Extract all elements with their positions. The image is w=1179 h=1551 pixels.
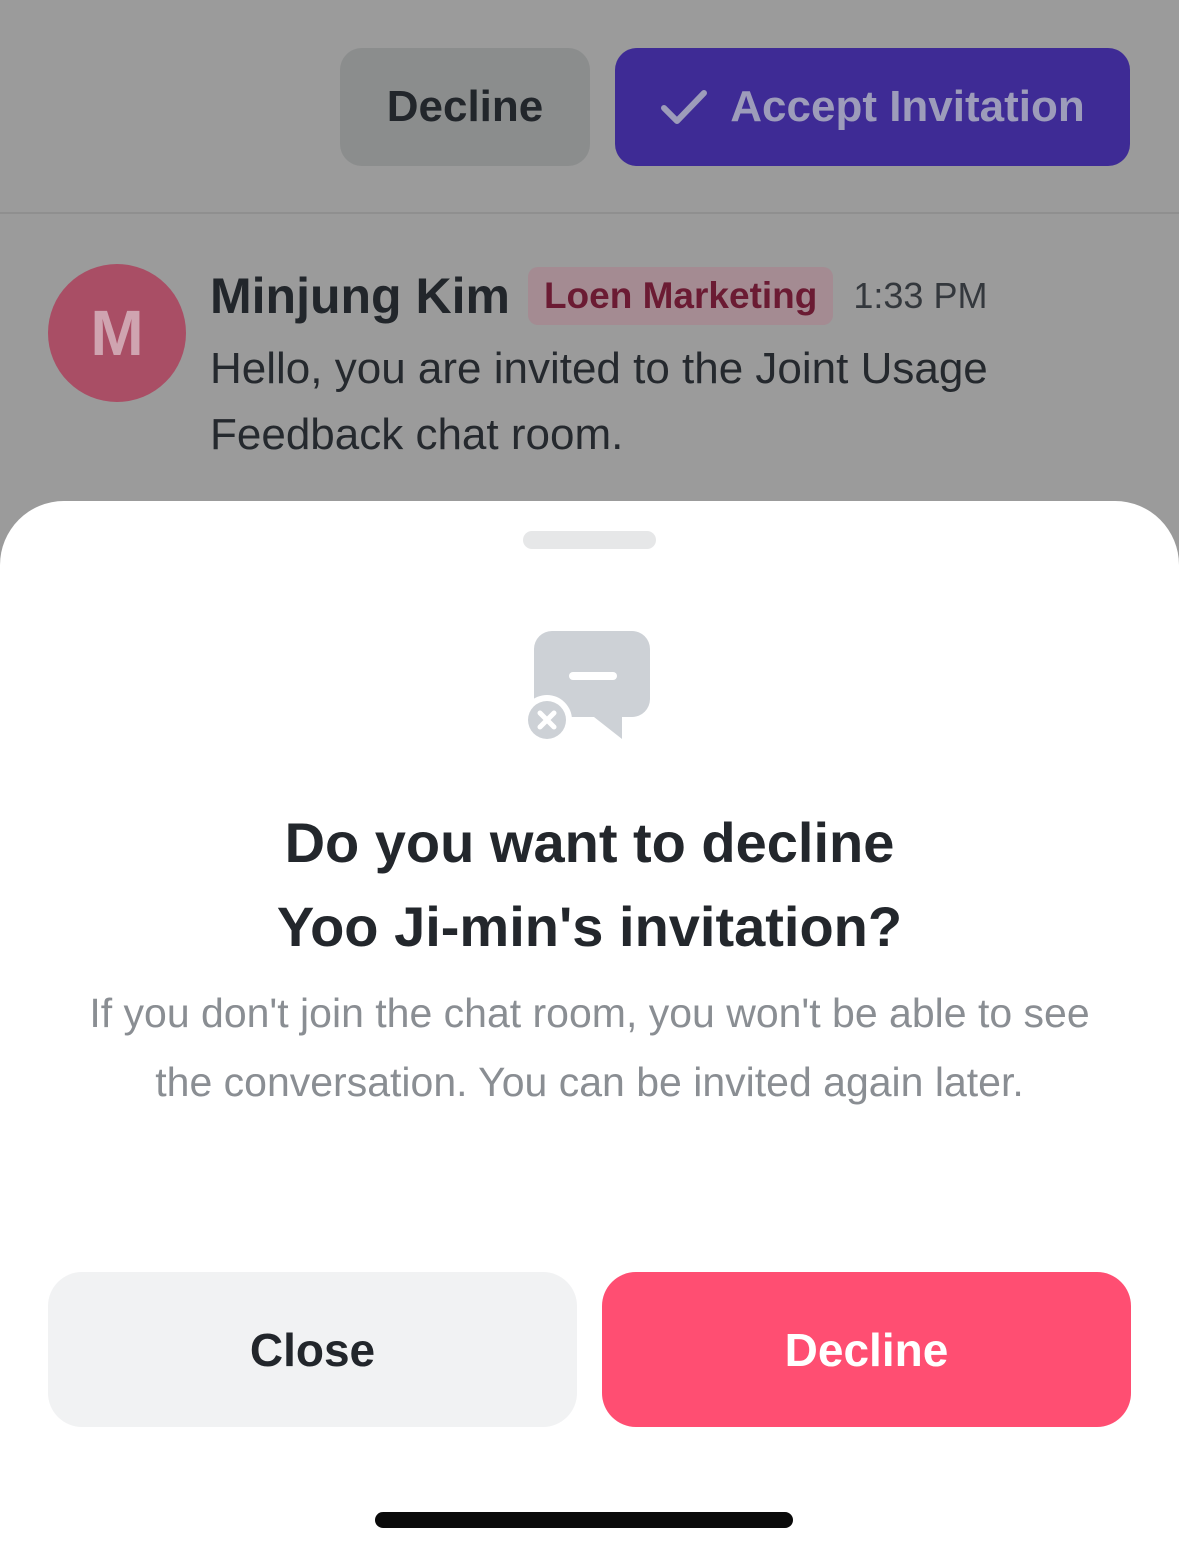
decline-invitation-button[interactable]: Decline <box>340 48 590 166</box>
close-button[interactable]: Close <box>48 1272 577 1427</box>
divider <box>0 212 1179 214</box>
avatar[interactable]: M <box>48 264 186 402</box>
message-timestamp: 1:33 PM <box>853 275 988 316</box>
message-text: Hello, you are invited to the Joint Usag… <box>210 344 988 459</box>
message-header: Minjung Kim Loen Marketing 1:33 PM <box>210 262 987 330</box>
sheet-drag-handle[interactable] <box>523 531 656 549</box>
organization-badge: Loen Marketing <box>527 267 834 325</box>
dialog-title: Do you want to decline Yoo Ji-min's invi… <box>0 801 1179 969</box>
check-icon <box>661 90 708 124</box>
sender-name: Minjung Kim <box>210 268 510 324</box>
decline-button[interactable]: Decline <box>602 1272 1131 1427</box>
decline-confirmation-sheet: Do you want to decline Yoo Ji-min's invi… <box>0 501 1179 1551</box>
dialog-description: If you don't join the chat room, you won… <box>89 990 1090 1105</box>
dialog-title-line2: Yoo Ji-min's invitation? <box>276 895 903 958</box>
accept-invitation-label: Accept Invitation <box>730 82 1085 131</box>
chat-declined-icon <box>522 631 650 745</box>
dialog-title-line1: Do you want to decline <box>284 811 895 874</box>
home-indicator <box>375 1512 793 1528</box>
accept-invitation-button[interactable]: Accept Invitation <box>615 48 1130 166</box>
